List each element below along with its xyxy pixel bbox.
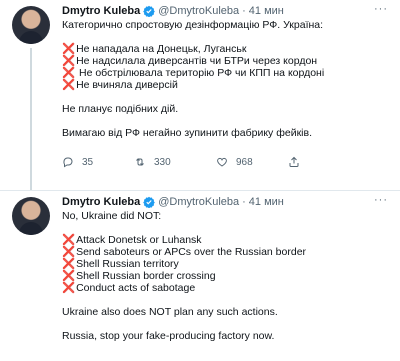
list-item: ❌Shell Russian border crossing [62, 270, 390, 282]
like-button[interactable]: 968 [216, 156, 288, 168]
separator-dot: · [242, 196, 246, 208]
more-icon[interactable]: ··· [374, 3, 388, 15]
reply-button[interactable]: 35 [62, 156, 134, 168]
tweet-actions: 35 330 968 [62, 154, 390, 170]
list-item-text: Не надсилала диверсантів чи БТРи через к… [76, 55, 318, 67]
tweet[interactable]: ··· Dmytro Kuleba @DmytroKuleba · 41 мин… [0, 0, 400, 191]
heart-icon [217, 157, 227, 167]
list-item: ❌Shell Russian territory [62, 258, 390, 270]
list-item: ❌Attack Donetsk or Luhansk [62, 234, 390, 246]
list-item: ❌Conduct acts of sabotage [62, 282, 390, 294]
tweet-header: Dmytro Kuleba @DmytroKuleba · 41 мин [62, 191, 390, 210]
list-item-text: Не обстрілювала територію РФ чи КПП на к… [76, 67, 325, 79]
cross-mark-icon: ❌ [62, 282, 76, 294]
list-item: ❌Не вчиняла диверсій [62, 79, 390, 91]
verified-badge-icon [143, 196, 156, 208]
tweet[interactable]: ··· Dmytro Kuleba @DmytroKuleba · 41 мин… [0, 191, 400, 361]
list-item: ❌Не надсилала диверсантів чи БТРи через … [62, 55, 390, 67]
cross-mark-icon: ❌ [62, 67, 76, 79]
retweet-icon [136, 158, 144, 166]
verified-badge-icon [143, 5, 156, 17]
like-count: 968 [236, 156, 253, 168]
timestamp[interactable]: 41 мин [249, 196, 284, 208]
retweet-count: 330 [154, 156, 171, 168]
tweet-paragraph: Ukraine also does NOT plan any such acti… [62, 306, 278, 318]
tweet-intro: No, Ukraine did NOT: [62, 210, 162, 222]
tweet-intro: Категорично спростовую дезінформацію РФ.… [62, 19, 324, 31]
author-handle[interactable]: @DmytroKuleba [158, 5, 239, 17]
reply-icon [63, 157, 73, 168]
timestamp[interactable]: 41 мин [249, 5, 284, 17]
cross-mark-icon: ❌ [62, 55, 76, 67]
list-item-text: Shell Russian border crossing [76, 270, 216, 282]
separator-dot: · [242, 5, 246, 17]
reply-count: 35 [82, 156, 94, 168]
author-name[interactable]: Dmytro Kuleba [62, 5, 140, 17]
share-button[interactable] [288, 156, 308, 168]
cross-mark-icon: ❌ [62, 246, 76, 258]
more-icon[interactable]: ··· [374, 194, 388, 206]
author-handle[interactable]: @DmytroKuleba [158, 196, 239, 208]
cross-mark-icon: ❌ [62, 258, 76, 270]
cross-mark-icon: ❌ [62, 234, 76, 246]
tweet-paragraph: Не планує подібних дій. [62, 103, 179, 115]
author-name[interactable]: Dmytro Kuleba [62, 196, 140, 208]
share-icon [289, 156, 299, 167]
avatar[interactable] [12, 197, 50, 235]
cross-mark-icon: ❌ [62, 43, 76, 55]
list-item-text: Shell Russian territory [76, 258, 179, 270]
thread-line [30, 48, 32, 190]
cross-mark-icon: ❌ [62, 270, 76, 282]
list-item: ❌ Не обстрілювала територію РФ чи КПП на… [62, 67, 390, 79]
tweet-paragraph: Russia, stop your fake-producing factory… [62, 330, 275, 342]
list-item-text: Conduct acts of sabotage [76, 282, 196, 294]
tweet-header: Dmytro Kuleba @DmytroKuleba · 41 мин [62, 0, 390, 19]
list-item-text: Send saboteurs or APCs over the Russian … [76, 246, 307, 258]
list-item-text: Attack Donetsk or Luhansk [76, 234, 202, 246]
cross-mark-icon: ❌ [62, 79, 76, 91]
list-item: ❌Send saboteurs or APCs over the Russian… [62, 246, 390, 258]
tweet-paragraph: Вимагаю від РФ негайно зупинити фабрику … [62, 127, 312, 139]
avatar[interactable] [12, 6, 50, 44]
list-item-text: Не вчиняла диверсій [76, 79, 178, 91]
list-item: ❌Не нападала на Донецьк, Луганськ [62, 43, 390, 55]
retweet-button[interactable]: 330 [134, 156, 216, 168]
list-item-text: Не нападала на Донецьк, Луганськ [76, 43, 247, 55]
